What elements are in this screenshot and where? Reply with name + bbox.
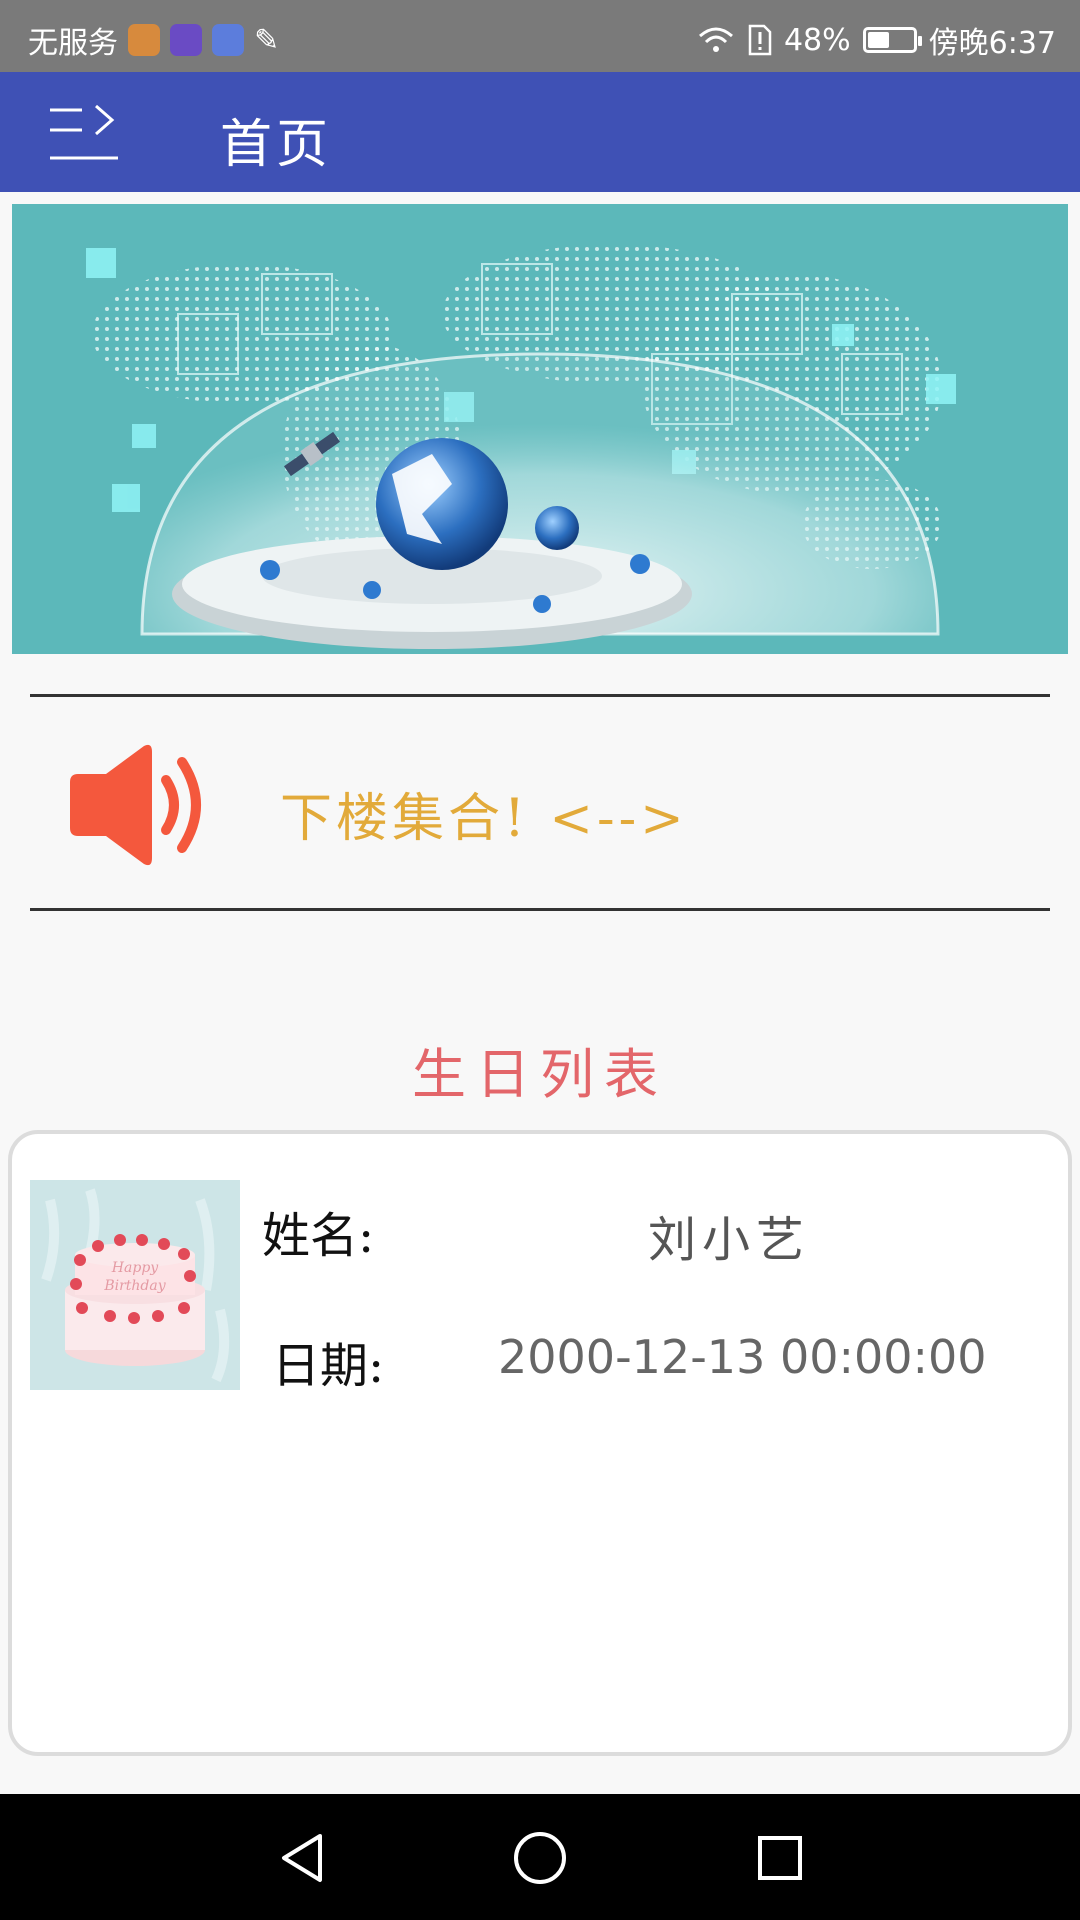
menu-icon[interactable] [48, 102, 120, 164]
status-bar: 无服务 ✎ 48% 傍晚6:37 [0, 0, 1080, 72]
notice-text[interactable]: 下楼集合! <--> [280, 776, 688, 851]
home-circle-icon[interactable] [510, 1828, 570, 1888]
system-nav-bar [0, 1794, 1080, 1920]
speaker-icon [70, 744, 201, 866]
notice-divider-bottom [30, 908, 1050, 911]
carrier-status: 无服务 [28, 26, 118, 61]
battery-percent: 48% [783, 22, 851, 58]
link-app-icon: ✎ [254, 22, 280, 58]
back-triangle-icon[interactable] [272, 1828, 332, 1888]
birthday-card[interactable]: Happy Birthday 姓名: 刘小艺 日期: 2000-12-13 00… [8, 1130, 1072, 1756]
sim-alert-icon [748, 24, 772, 56]
name-label: 姓名: [262, 1208, 375, 1264]
game-app-icon [128, 24, 160, 56]
date-label: 日期: [272, 1338, 385, 1394]
app-bar: 首页 [0, 72, 1080, 192]
purple-app-icon [170, 24, 202, 56]
notice-divider-top [30, 694, 1050, 697]
banner-image [12, 204, 1068, 654]
name-value: 刘小艺 [648, 1212, 811, 1268]
birthday-cake-image: Happy Birthday [30, 1180, 240, 1390]
clock: 傍晚6:37 [928, 26, 1056, 61]
music-app-icon [212, 24, 244, 56]
recents-square-icon[interactable] [750, 1828, 810, 1888]
svg-text:Happy: Happy [111, 1260, 159, 1276]
svg-text:Birthday: Birthday [103, 1278, 166, 1294]
wifi-icon [698, 27, 733, 52]
date-value: 2000-12-13 00:00:00 [498, 1330, 987, 1384]
birthday-list-title: 生日列表 [412, 1043, 668, 1106]
battery-icon [862, 27, 922, 53]
page-title: 首页 [220, 115, 333, 175]
